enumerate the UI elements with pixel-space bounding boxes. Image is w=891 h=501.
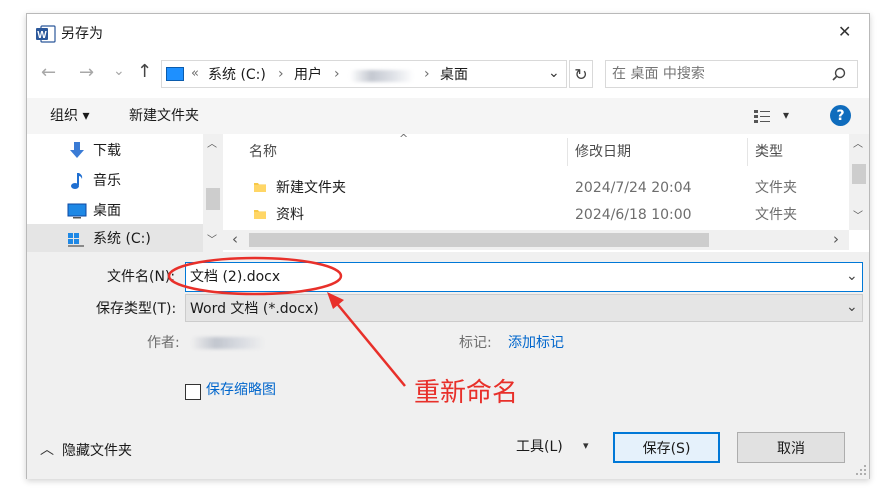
- file-list: ^ 名称 修改日期 类型 新建文件夹 2024/7/24 20:04 文件夹 资…: [223, 132, 849, 252]
- filetype-select[interactable]: Word 文档 (*.docx) ⌄: [185, 294, 863, 322]
- add-tags-link[interactable]: 添加标记: [508, 336, 564, 350]
- table-row[interactable]: 新建文件夹 2024/7/24 20:04 文件夹: [243, 176, 823, 200]
- horizontal-scrollbar[interactable]: ‹ ›: [223, 230, 849, 250]
- filename-input[interactable]: 文档 (2).docx: [190, 270, 280, 284]
- sort-indicator-icon: ^: [399, 132, 409, 145]
- up-icon[interactable]: ↑: [137, 63, 152, 81]
- close-icon[interactable]: ✕: [838, 24, 851, 40]
- search-icon[interactable]: [832, 67, 846, 81]
- file-date: 2024/6/18 10:00: [575, 207, 692, 223]
- chevron-down-icon[interactable]: ⌄: [846, 300, 858, 314]
- navigation-scrollbar[interactable]: ︿ ﹀: [203, 134, 223, 252]
- file-name: 新建文件夹: [276, 180, 346, 196]
- tools-dropdown-icon[interactable]: ▾: [583, 440, 589, 451]
- tags-label: 标记:: [459, 335, 492, 351]
- scroll-up-icon[interactable]: ︿: [853, 140, 863, 150]
- drive-icon: [68, 233, 84, 247]
- column-separator[interactable]: [567, 138, 568, 166]
- table-row[interactable]: 资料 2024/6/18 10:00 文件夹: [243, 203, 823, 227]
- breadcrumb-item-desktop[interactable]: 桌面: [440, 68, 468, 82]
- column-header-name[interactable]: 名称: [249, 145, 277, 159]
- filetype-value: Word 文档 (*.docx): [190, 301, 319, 317]
- download-icon: [70, 142, 84, 158]
- chevron-down-icon[interactable]: ⌄: [846, 269, 858, 283]
- cancel-button[interactable]: 取消: [737, 432, 845, 463]
- file-date: 2024/7/24 20:04: [575, 180, 692, 196]
- scroll-down-icon[interactable]: ﹀: [207, 236, 217, 246]
- filename-field[interactable]: 文档 (2).docx ⌄: [185, 262, 863, 292]
- file-type: 文件夹: [755, 180, 797, 196]
- address-bar[interactable]: « 系统 (C:) › 用户 › › 桌面 ⌄: [161, 60, 567, 88]
- scroll-up-icon[interactable]: ︿: [207, 140, 217, 150]
- scroll-down-icon[interactable]: ﹀: [853, 212, 863, 222]
- breadcrumb-item-drive[interactable]: 系统 (C:): [208, 68, 266, 82]
- save-thumbnail-label[interactable]: 保存缩略图: [206, 383, 276, 397]
- save-button[interactable]: 保存(S): [613, 432, 720, 463]
- tools-menu[interactable]: 工具(L): [516, 440, 563, 454]
- new-folder-button[interactable]: 新建文件夹: [129, 109, 199, 123]
- address-dropdown-icon[interactable]: ⌄: [548, 66, 560, 80]
- search-box[interactable]: [605, 60, 858, 88]
- sidebar-item-label: 系统 (C:): [93, 231, 151, 247]
- window-title: 另存为: [61, 26, 103, 42]
- file-name: 资料: [276, 207, 304, 223]
- chevron-up-icon[interactable]: ︿: [40, 443, 54, 457]
- sidebar-item-label: 下载: [93, 143, 121, 159]
- column-separator[interactable]: [747, 138, 748, 166]
- breadcrumb-overflow[interactable]: «: [191, 67, 199, 80]
- navigation-pane: 下载 音乐 桌面 系统 (C:) ︿ ﹀: [27, 134, 223, 252]
- breadcrumb-item-users[interactable]: 用户: [294, 68, 322, 82]
- scroll-thumb[interactable]: [249, 233, 709, 247]
- hide-folders-button[interactable]: 隐藏文件夹: [62, 444, 132, 458]
- save-thumbnail-checkbox[interactable]: [185, 384, 201, 400]
- desktop-icon: [67, 203, 87, 219]
- breadcrumb-separator: ›: [424, 66, 430, 82]
- search-input[interactable]: [612, 65, 822, 83]
- author-label: 作者:: [147, 335, 180, 351]
- music-icon: [71, 173, 83, 189]
- breadcrumb-separator: ›: [334, 66, 340, 82]
- filename-label: 文件名(N):: [107, 269, 176, 285]
- resize-grip-icon[interactable]: [855, 464, 867, 476]
- folder-icon: [254, 210, 266, 219]
- redacted-author[interactable]: [191, 337, 265, 349]
- sidebar-item-label: 音乐: [93, 173, 121, 189]
- column-header-type[interactable]: 类型: [755, 145, 783, 159]
- forward-icon[interactable]: →: [79, 64, 94, 82]
- file-type: 文件夹: [755, 207, 797, 223]
- organize-menu[interactable]: 组织 ▾: [50, 109, 89, 123]
- view-dropdown-icon[interactable]: ▾: [783, 109, 789, 121]
- recent-locations-icon[interactable]: ⌄: [113, 64, 125, 78]
- redacted-username: [350, 70, 414, 82]
- scroll-right-icon[interactable]: ›: [833, 232, 839, 247]
- word-app-icon: W: [36, 25, 56, 43]
- computer-icon: [166, 67, 184, 81]
- save-as-dialog: W 另存为 ✕ ← → ⌄ ↑ « 系统 (C:) › 用户 › › 桌面 ⌄ …: [26, 13, 870, 479]
- sidebar-item-label: 桌面: [93, 203, 121, 219]
- annotation-label: 重新命名: [414, 378, 519, 408]
- svg-text:W: W: [37, 30, 47, 41]
- breadcrumb-separator: ›: [278, 66, 284, 82]
- column-header-date[interactable]: 修改日期: [575, 145, 631, 159]
- scroll-thumb[interactable]: [852, 164, 866, 184]
- scroll-left-icon[interactable]: ‹: [232, 232, 238, 247]
- view-options-icon[interactable]: [753, 108, 771, 124]
- filetype-label: 保存类型(T):: [96, 301, 177, 317]
- help-icon[interactable]: ?: [830, 105, 851, 126]
- refresh-icon[interactable]: ↻: [569, 60, 593, 88]
- file-list-scrollbar[interactable]: ︿ ﹀: [849, 134, 869, 230]
- folder-icon: [254, 183, 266, 192]
- scroll-thumb[interactable]: [206, 188, 220, 210]
- back-icon[interactable]: ←: [41, 64, 56, 82]
